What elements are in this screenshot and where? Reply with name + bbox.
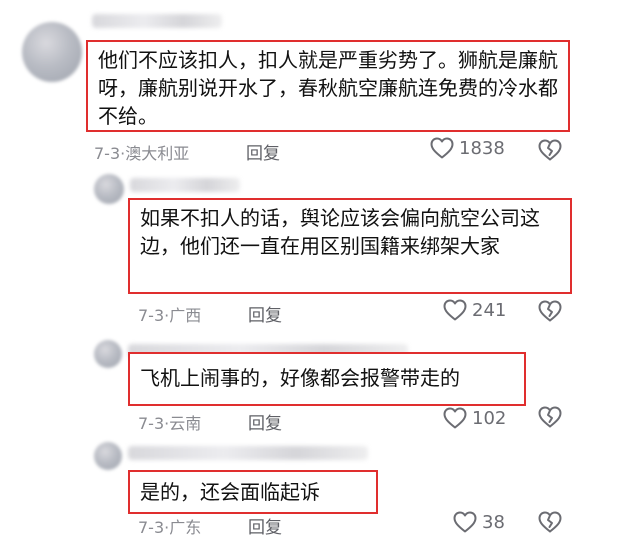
- broken-heart-icon[interactable]: [538, 511, 562, 533]
- comment-date: 7-3: [138, 518, 165, 537]
- heart-outline-icon: [453, 511, 477, 533]
- comment-location: 广东: [169, 518, 202, 537]
- avatar[interactable]: [94, 442, 122, 470]
- comment-thread: 他们不应该扣人，扣人就是严重劣势了。狮航是廉航呀，廉航别说开水了，春秋航空廉航连…: [0, 0, 640, 554]
- like-button[interactable]: 38: [453, 511, 505, 533]
- comment-text-highlighted: 是的，还会面临起诉: [128, 470, 378, 514]
- username-blurred[interactable]: [128, 446, 368, 460]
- like-count: 38: [482, 511, 505, 533]
- reply-button[interactable]: 回复: [248, 513, 282, 538]
- comment-item: 是的，还会面临起诉 7-3·广东 回复 38: [0, 0, 640, 554]
- comment-meta: 7-3·广东: [138, 514, 201, 538]
